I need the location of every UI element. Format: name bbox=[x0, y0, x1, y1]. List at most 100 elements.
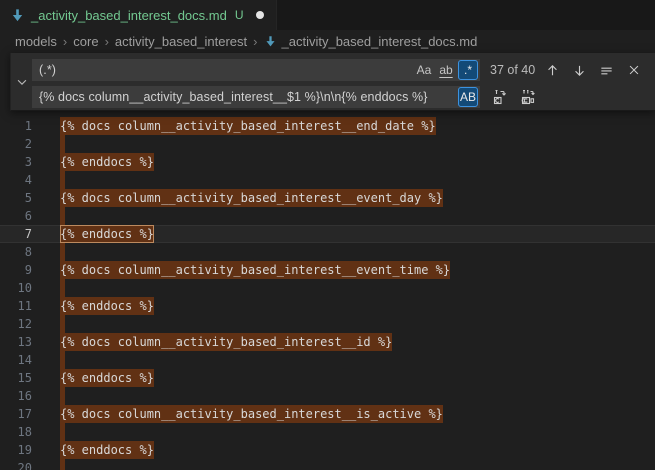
line-content: {% docs column__activity_based_interest_… bbox=[60, 117, 436, 135]
arrow-down-icon bbox=[572, 63, 587, 78]
find-match-empty-line-highlight bbox=[60, 243, 65, 261]
code-line-10[interactable]: 10 bbox=[0, 279, 655, 297]
find-input[interactable]: (.*) Aa ab .* bbox=[32, 59, 480, 81]
code-line-17[interactable]: 17 {% docs column__activity_based_interes… bbox=[0, 405, 655, 423]
find-match-highlight: {% enddocs %} bbox=[60, 441, 154, 459]
editor-tab[interactable]: _activity_based_interest_docs.md U bbox=[0, 0, 277, 30]
tab-bar: _activity_based_interest_docs.md U bbox=[0, 0, 655, 30]
breadcrumb-item-models[interactable]: models bbox=[15, 34, 57, 49]
previous-match-button[interactable] bbox=[542, 60, 563, 81]
line-content: {% docs column__activity_based_interest_… bbox=[60, 405, 443, 423]
code-line-2[interactable]: 2 bbox=[0, 135, 655, 153]
match-count: 37 of 40 bbox=[490, 63, 535, 77]
code-line-3[interactable]: 3 {% enddocs %} bbox=[0, 153, 655, 171]
line-number: 13 bbox=[0, 333, 32, 351]
code-line-8[interactable]: 8 bbox=[0, 243, 655, 261]
code-line-1[interactable]: 1 {% docs column__activity_based_interest… bbox=[0, 117, 655, 135]
replace-value-text: {% docs column__activity_based_interest_… bbox=[39, 90, 456, 104]
find-match-empty-line-highlight bbox=[60, 387, 65, 405]
code-line-15[interactable]: 15 {% enddocs %} bbox=[0, 369, 655, 387]
line-content: {% docs column__activity_based_interest_… bbox=[60, 333, 392, 351]
code-line-7[interactable]: 7 {% enddocs %} bbox=[0, 225, 655, 243]
find-match-empty-line-highlight bbox=[60, 459, 65, 470]
find-match-highlight: {% docs column__activity_based_interest_… bbox=[60, 117, 436, 135]
find-match-empty-line-highlight bbox=[60, 279, 65, 297]
code-line-13[interactable]: 13 {% docs column__activity_based_interes… bbox=[0, 333, 655, 351]
code-line-5[interactable]: 5 {% docs column__activity_based_interest… bbox=[0, 189, 655, 207]
find-query-text: (.*) bbox=[39, 63, 412, 77]
whole-word-toggle[interactable]: ab bbox=[436, 60, 456, 80]
preserve-case-toggle[interactable]: AB bbox=[458, 87, 478, 107]
line-number: 5 bbox=[0, 189, 32, 207]
code-line-6[interactable]: 6 bbox=[0, 207, 655, 225]
find-match-highlight: {% enddocs %} bbox=[60, 153, 154, 171]
code-line-14[interactable]: 14 bbox=[0, 351, 655, 369]
git-status-badge: U bbox=[235, 8, 244, 22]
unsaved-changes-dot[interactable] bbox=[256, 11, 264, 19]
vscode-editor-window: _activity_based_interest_docs.md U model… bbox=[0, 0, 655, 470]
find-match-highlight: {% docs column__activity_based_interest_… bbox=[60, 405, 443, 423]
line-number: 19 bbox=[0, 441, 32, 459]
replace-input[interactable]: {% docs column__activity_based_interest_… bbox=[32, 86, 480, 108]
replace-button[interactable] bbox=[489, 87, 510, 108]
line-number: 9 bbox=[0, 261, 32, 279]
find-match-highlight: {% docs column__activity_based_interest_… bbox=[60, 261, 450, 279]
breadcrumb-item-file[interactable]: _activity_based_interest_docs.md bbox=[282, 34, 478, 49]
selection-lines-icon bbox=[599, 63, 614, 78]
line-content: {% enddocs %} bbox=[60, 153, 154, 171]
find-match-highlight: {% docs column__activity_based_interest_… bbox=[60, 333, 392, 351]
code-line-4[interactable]: 4 bbox=[0, 171, 655, 189]
breadcrumb-item-folder[interactable]: activity_based_interest bbox=[115, 34, 247, 49]
line-content: {% enddocs %} bbox=[60, 369, 154, 387]
close-button[interactable] bbox=[623, 60, 644, 81]
code-line-16[interactable]: 16 bbox=[0, 387, 655, 405]
editor-pane[interactable]: 1 {% docs column__activity_based_interest… bbox=[0, 52, 655, 470]
find-match-highlight: {% enddocs %} bbox=[60, 225, 154, 243]
chevron-down-icon bbox=[15, 75, 29, 89]
replace-icon bbox=[492, 89, 508, 105]
chevron-right-icon: › bbox=[62, 34, 68, 49]
code-line-11[interactable]: 11{% enddocs %} bbox=[0, 297, 655, 315]
regex-toggle[interactable]: .* bbox=[458, 60, 478, 80]
replace-all-button[interactable] bbox=[517, 87, 538, 108]
close-icon bbox=[627, 63, 641, 77]
tab-filename: _activity_based_interest_docs.md bbox=[31, 8, 227, 23]
line-number: 10 bbox=[0, 279, 32, 297]
chevron-right-icon: › bbox=[104, 34, 110, 49]
line-number: 8 bbox=[0, 243, 32, 261]
line-number: 16 bbox=[0, 387, 32, 405]
line-number: 1 bbox=[0, 117, 32, 135]
line-content: {% enddocs %} bbox=[60, 297, 154, 315]
next-match-button[interactable] bbox=[569, 60, 590, 81]
code-line-9[interactable]: 9 {% docs column__activity_based_interest… bbox=[0, 261, 655, 279]
markdown-file-icon bbox=[10, 8, 25, 23]
find-match-empty-line-highlight bbox=[60, 315, 65, 333]
toggle-replace-button[interactable] bbox=[11, 53, 32, 110]
line-number: 15 bbox=[0, 369, 32, 387]
line-number: 20 bbox=[0, 459, 32, 470]
line-content: {% docs column__activity_based_interest_… bbox=[60, 261, 450, 279]
find-replace-widget: (.*) Aa ab .* 37 of 40 bbox=[10, 53, 655, 111]
line-number: 3 bbox=[0, 153, 32, 171]
code-line-19[interactable]: 19 {% enddocs %} bbox=[0, 441, 655, 459]
code-line-18[interactable]: 18 bbox=[0, 423, 655, 441]
arrow-up-icon bbox=[545, 63, 560, 78]
find-in-selection-button[interactable] bbox=[596, 60, 617, 81]
breadcrumb: models › core › activity_based_interest … bbox=[0, 30, 655, 52]
line-content: {% enddocs %} bbox=[60, 225, 154, 243]
code-line-20[interactable]: 20 bbox=[0, 459, 655, 470]
line-content: {% enddocs %} bbox=[60, 441, 154, 459]
find-match-empty-line-highlight bbox=[60, 135, 65, 153]
code-line-12[interactable]: 12 bbox=[0, 315, 655, 333]
find-match-highlight: {% enddocs %} bbox=[60, 297, 154, 315]
find-match-highlight: {% docs column__activity_based_interest_… bbox=[60, 189, 443, 207]
line-content: {% docs column__activity_based_interest_… bbox=[60, 189, 443, 207]
find-match-empty-line-highlight bbox=[60, 351, 65, 369]
code-lines: 1 {% docs column__activity_based_interest… bbox=[0, 52, 655, 470]
breadcrumb-item-core[interactable]: core bbox=[73, 34, 98, 49]
line-number: 7 bbox=[0, 225, 32, 243]
match-case-toggle[interactable]: Aa bbox=[414, 60, 434, 80]
line-number: 17 bbox=[0, 405, 32, 423]
find-match-highlight: {% enddocs %} bbox=[60, 369, 154, 387]
replace-all-icon bbox=[520, 89, 536, 105]
